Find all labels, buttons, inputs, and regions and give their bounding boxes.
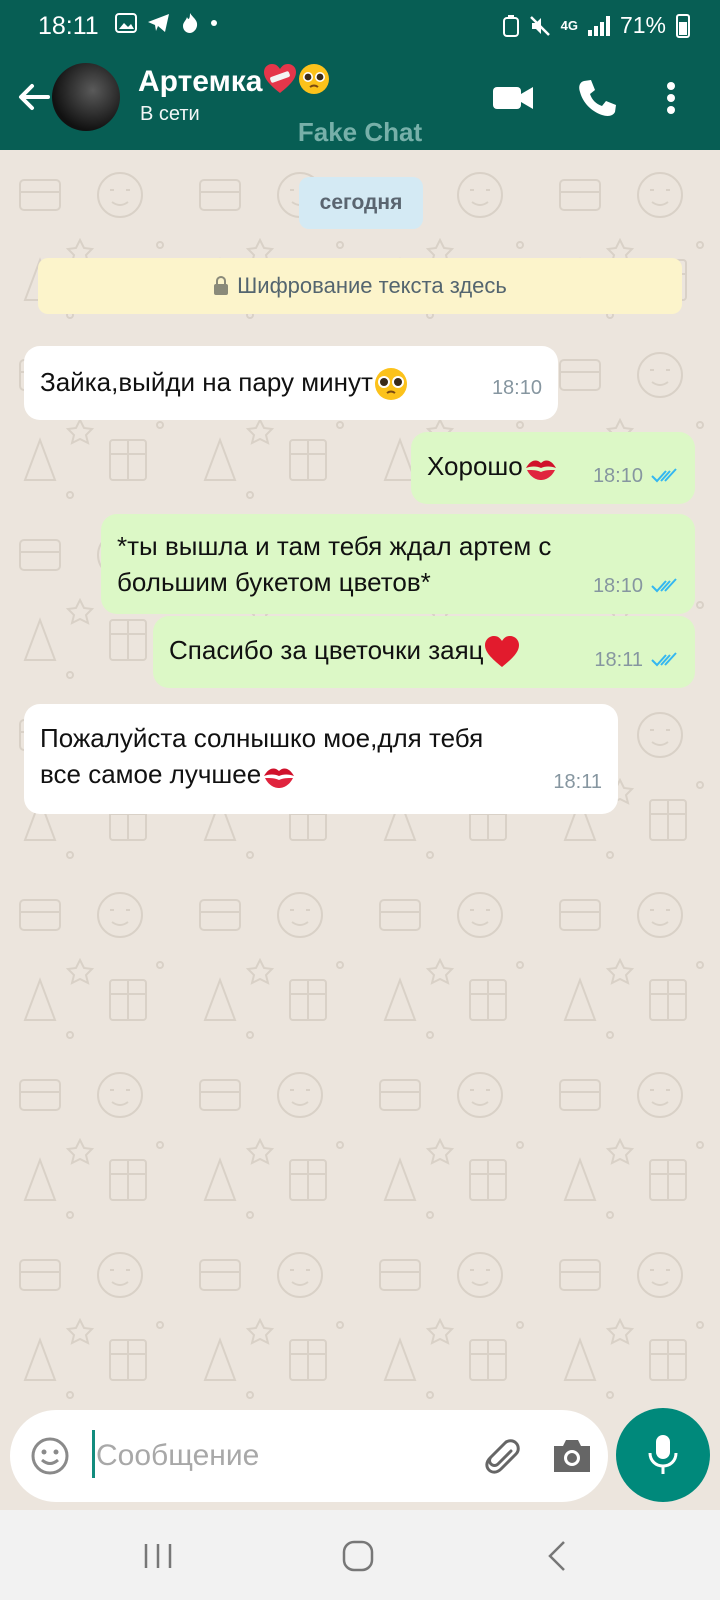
- kiss-mark-icon: [264, 768, 295, 789]
- read-receipt-icon: [651, 652, 677, 667]
- back-icon[interactable]: [538, 1538, 578, 1574]
- pleading-face-icon: [374, 368, 407, 401]
- message-text-line2: все самое лучшее: [40, 756, 602, 793]
- date-separator: сегодня: [299, 177, 423, 229]
- emoji-icon[interactable]: [30, 1436, 70, 1476]
- contact-name-text: Артемка: [138, 65, 263, 98]
- message-meta: 18:10: [593, 458, 679, 494]
- home-icon[interactable]: [338, 1538, 378, 1574]
- message-time: 18:10: [491, 377, 542, 399]
- voice-call-icon[interactable]: [574, 75, 620, 121]
- network-type: 4G: [560, 18, 578, 33]
- message-outgoing[interactable]: Спасибо за цветочки заяц 18:11: [153, 616, 695, 688]
- chat-header: Артемка В сети Fake Chat: [0, 55, 720, 150]
- pleading-face-icon: [299, 64, 330, 94]
- message-text-line1: *ты вышла и там тебя ждал артем с: [117, 531, 552, 561]
- back-arrow-icon[interactable]: [14, 77, 54, 117]
- attach-icon[interactable]: [476, 1430, 524, 1478]
- encryption-notice[interactable]: Шифрование текста здесь: [38, 258, 682, 314]
- kiss-mark-icon: [525, 460, 556, 481]
- recent-apps-icon[interactable]: [138, 1538, 178, 1574]
- read-receipt-icon: [651, 468, 677, 483]
- fire-icon: [183, 13, 198, 33]
- message-time: 18:11: [594, 649, 643, 671]
- chat-area[interactable]: сегодня Шифрование текста здесь Зайка,вы…: [0, 150, 720, 1410]
- notification-icons: [115, 12, 219, 34]
- watermark: Fake Chat: [297, 117, 423, 147]
- message-input[interactable]: [96, 1430, 456, 1482]
- message-incoming[interactable]: Зайка,выйди на пару минут 18:10: [24, 346, 558, 420]
- message-meta: 18:10: [593, 568, 679, 604]
- status-time: 18:11: [38, 12, 99, 40]
- message-meta: 18:11: [553, 764, 602, 800]
- message-composer: [10, 1410, 608, 1502]
- message-text-line1: Пожалуйста солнышко мое,для тебя: [40, 723, 484, 753]
- system-nav-bar: [0, 1510, 720, 1600]
- telegram-icon: [148, 14, 169, 32]
- message-meta: 18:11: [594, 642, 679, 678]
- message-meta: 18:10: [492, 370, 542, 406]
- message-incoming[interactable]: Пожалуйста солнышко мое,для тебя все сам…: [24, 704, 618, 814]
- lock-icon: [214, 276, 229, 295]
- message-outgoing[interactable]: *ты вышла и там тебя ждал артем с больши…: [101, 514, 695, 614]
- video-call-icon[interactable]: [490, 75, 536, 121]
- dot-icon: [211, 20, 217, 26]
- camera-icon[interactable]: [550, 1434, 594, 1476]
- message-time: 18:10: [592, 575, 643, 597]
- message-outgoing[interactable]: Хорошо 18:10: [411, 432, 695, 504]
- voice-message-button[interactable]: [616, 1408, 710, 1502]
- signal-icon: [587, 15, 610, 36]
- mending-heart-icon: [264, 64, 297, 93]
- more-options-icon[interactable]: [658, 75, 684, 121]
- red-heart-icon: [484, 636, 519, 668]
- gallery-icon: [115, 13, 137, 33]
- read-receipt-icon: [651, 578, 677, 593]
- encryption-notice-text: Шифрование текста здесь: [237, 273, 507, 298]
- contact-name[interactable]: Артемка: [138, 63, 330, 99]
- battery-icon: [676, 13, 690, 38]
- mute-icon: [529, 15, 550, 36]
- status-bar: 18:11 4G 71%: [0, 0, 720, 50]
- message-text: Зайка,выйди на пару минут: [40, 364, 542, 401]
- battery-level: 71%: [619, 12, 666, 38]
- microphone-icon: [648, 1435, 678, 1474]
- text-cursor: [92, 1430, 95, 1478]
- system-icons: 4G 71%: [502, 12, 690, 39]
- top-bar: 18:11 4G 71% Артемка В сети Fake Chat: [0, 0, 720, 150]
- message-time: 18:10: [592, 465, 643, 487]
- sync-icon: [502, 14, 519, 37]
- message-time: 18:11: [553, 771, 602, 793]
